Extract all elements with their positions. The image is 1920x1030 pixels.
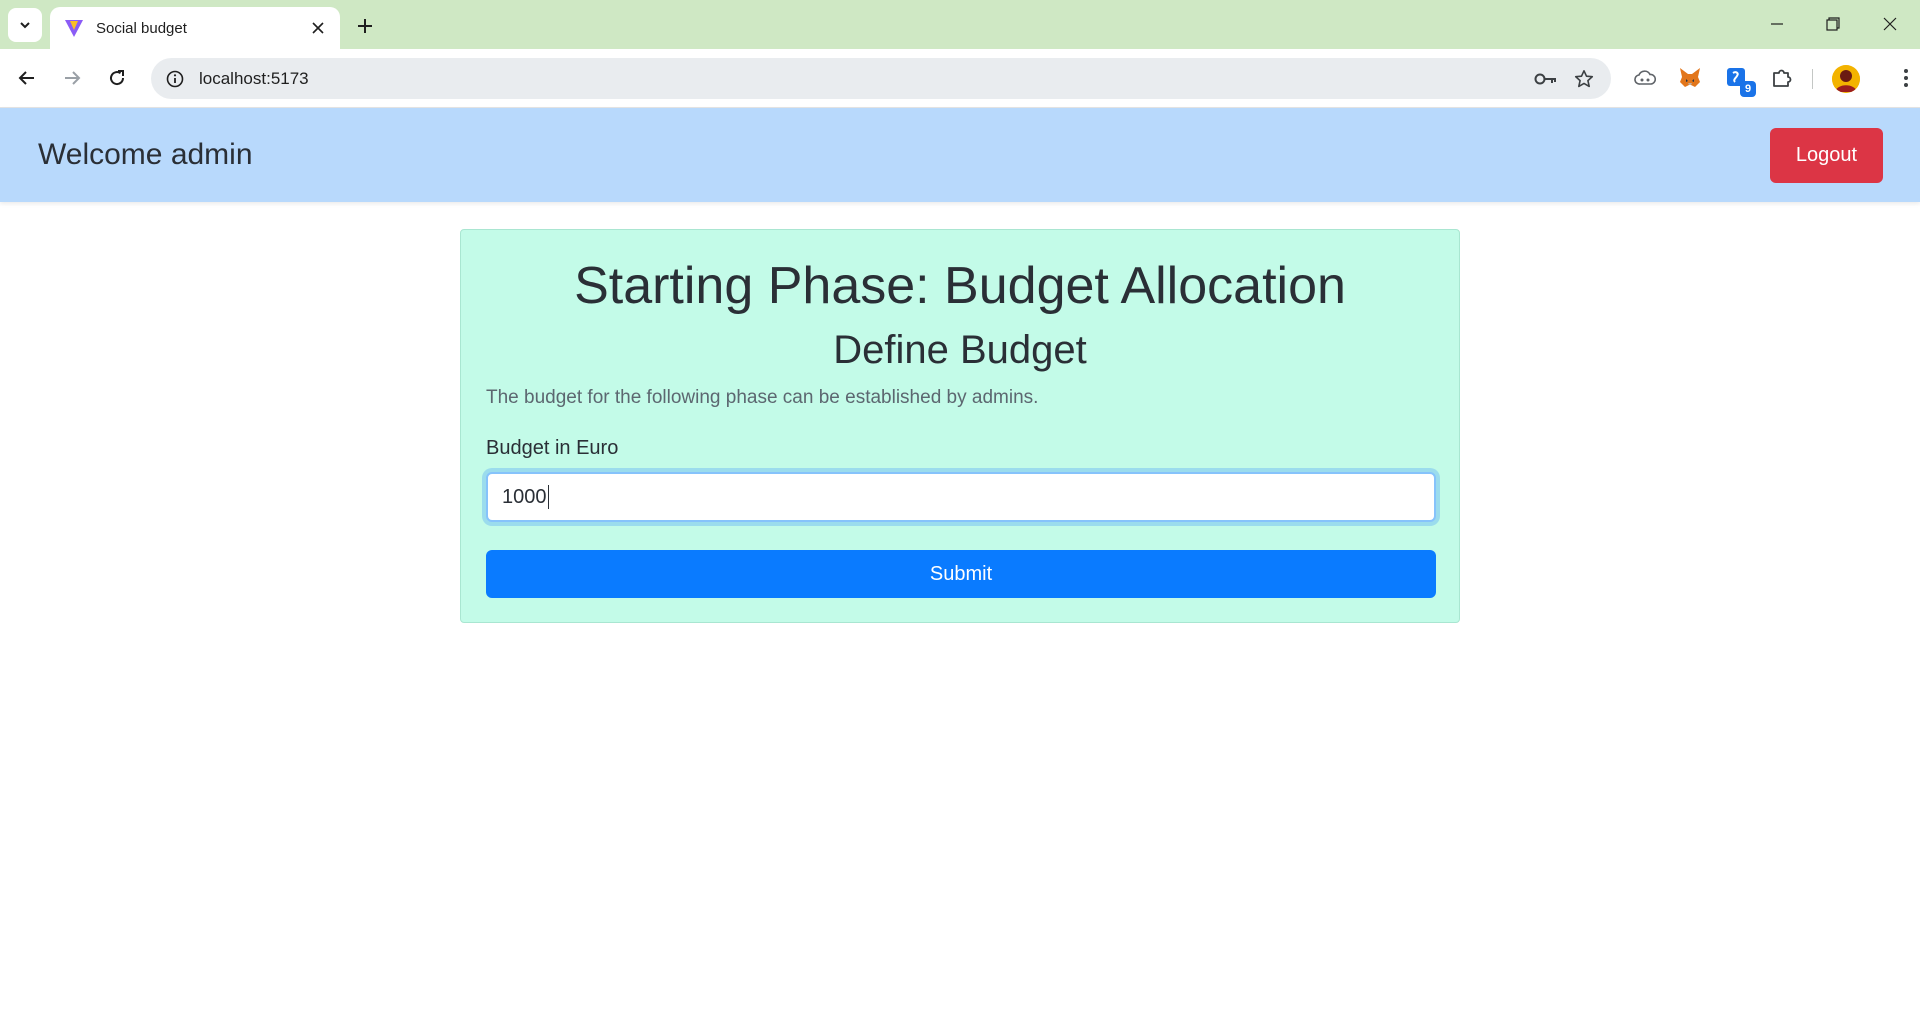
new-tab-button[interactable]: [350, 11, 380, 41]
back-button[interactable]: [10, 61, 44, 95]
toolbar-separator: [1812, 69, 1813, 89]
url-text: localhost:5173: [199, 68, 309, 88]
app-navbar: Welcome admin Logout: [0, 108, 1920, 202]
extension-app-icon[interactable]: 9: [1720, 61, 1756, 97]
budget-allocation-card: Starting Phase: Budget Allocation Define…: [460, 229, 1460, 623]
phase-title: Starting Phase: Budget Allocation: [574, 257, 1346, 315]
bookmark-star-icon[interactable]: [1565, 60, 1603, 98]
restore-window-button[interactable]: [1811, 6, 1855, 42]
address-bar[interactable]: localhost:5173: [151, 58, 1611, 99]
chevron-down-icon: [20, 22, 30, 29]
extension-badge-count: 9: [1740, 81, 1756, 97]
forward-button[interactable]: [55, 61, 89, 95]
plus-icon: [358, 19, 372, 33]
minimize-window-button[interactable]: [1755, 6, 1799, 42]
section-subtitle: Define Budget: [833, 328, 1087, 372]
browser-menu-icon[interactable]: [1889, 61, 1920, 95]
reload-button[interactable]: [100, 61, 134, 95]
site-info-icon[interactable]: [155, 59, 195, 99]
logout-button[interactable]: Logout: [1770, 128, 1883, 183]
text-caret: [547, 485, 549, 509]
submit-button[interactable]: Submit: [486, 550, 1436, 598]
profile-avatar[interactable]: [1832, 65, 1860, 93]
restore-icon: [1826, 17, 1840, 31]
browser-tab-active[interactable]: Social budget: [50, 7, 340, 49]
phase-description: The budget for the following phase can b…: [486, 387, 1039, 408]
close-icon: [1883, 17, 1897, 31]
vite-logo-icon: [65, 20, 83, 37]
arrow-left-icon: [18, 71, 34, 85]
metamask-fox-icon[interactable]: [1673, 61, 1707, 95]
budget-input[interactable]: 1000: [486, 472, 1436, 522]
tab-search-button[interactable]: [8, 8, 42, 42]
close-window-button[interactable]: [1868, 6, 1912, 42]
extensions-puzzle-icon[interactable]: [1765, 61, 1799, 95]
browser-toolbar: localhost:5173 9: [0, 49, 1920, 108]
budget-input-label: Budget in Euro: [486, 437, 619, 459]
arrow-right-icon: [65, 71, 81, 85]
tab-title: Social budget: [96, 19, 187, 37]
browser-tab-strip: Social budget: [0, 0, 1920, 49]
welcome-heading: Welcome admin: [38, 138, 253, 171]
budget-input-value: 1000: [502, 485, 547, 508]
minimize-icon: [1771, 23, 1783, 25]
password-key-icon[interactable]: [1527, 60, 1565, 98]
reload-icon: [110, 70, 125, 86]
tab-close-icon[interactable]: [306, 16, 330, 40]
extension-cloud-icon[interactable]: [1628, 61, 1662, 95]
